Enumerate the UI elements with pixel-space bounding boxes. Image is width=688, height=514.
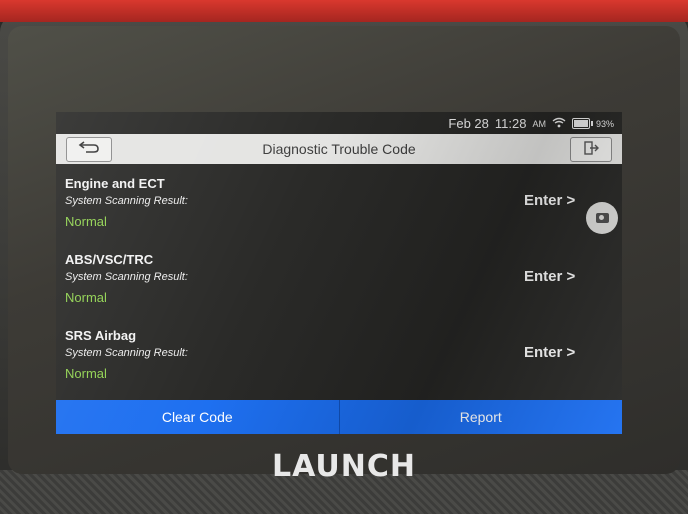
scan-result-label: System Scanning Result:: [65, 347, 188, 359]
camera-icon: [595, 213, 609, 223]
status-date: Feb 28: [448, 116, 489, 131]
page-title: Diagnostic Trouble Code: [262, 141, 416, 157]
system-name: SRS Airbag: [65, 328, 137, 343]
enter-button[interactable]: Enter >: [524, 268, 575, 285]
scan-result-status: Normal: [65, 366, 107, 381]
system-row-engine: Engine and ECT System Scanning Result: N…: [56, 164, 622, 240]
exit-icon: [583, 141, 599, 158]
enter-button[interactable]: Enter >: [524, 344, 575, 361]
title-bar: Diagnostic Trouble Code: [56, 134, 622, 164]
system-name: ABS/VSC/TRC: [65, 252, 154, 267]
system-name: Engine and ECT: [65, 176, 165, 191]
status-right: Feb 28 11:28 AM 93%: [448, 116, 614, 131]
screen: Feb 28 11:28 AM 93% Diagnostic Trouble C…: [56, 112, 622, 434]
scan-result-status: Normal: [65, 214, 107, 229]
screenshot-button[interactable]: [586, 202, 618, 234]
report-button[interactable]: Report: [339, 400, 622, 434]
battery-level: 93%: [595, 118, 614, 129]
battery-icon: [571, 118, 593, 129]
enter-button[interactable]: Enter >: [524, 192, 575, 209]
device-top-edge: [0, 0, 688, 22]
status-bar: Feb 28 11:28 AM 93%: [56, 112, 622, 134]
scan-result-label: System Scanning Result:: [65, 271, 188, 283]
bottom-action-bar: Clear Code Report: [56, 400, 622, 434]
system-row-abs: ABS/VSC/TRC System Scanning Result: Norm…: [56, 240, 622, 316]
status-time-suffix: AM: [532, 118, 546, 129]
scan-result-label: System Scanning Result:: [65, 195, 188, 207]
brand-logo: LAUNCH: [271, 449, 416, 484]
status-time: 11:28: [494, 116, 527, 131]
system-list: Engine and ECT System Scanning Result: N…: [56, 164, 622, 400]
system-row-srs: SRS Airbag System Scanning Result: Norma…: [56, 316, 622, 392]
scan-result-status: Normal: [65, 290, 107, 305]
clear-code-button[interactable]: Clear Code: [56, 400, 339, 434]
wifi-icon: [552, 116, 566, 131]
exit-button[interactable]: [570, 137, 612, 162]
